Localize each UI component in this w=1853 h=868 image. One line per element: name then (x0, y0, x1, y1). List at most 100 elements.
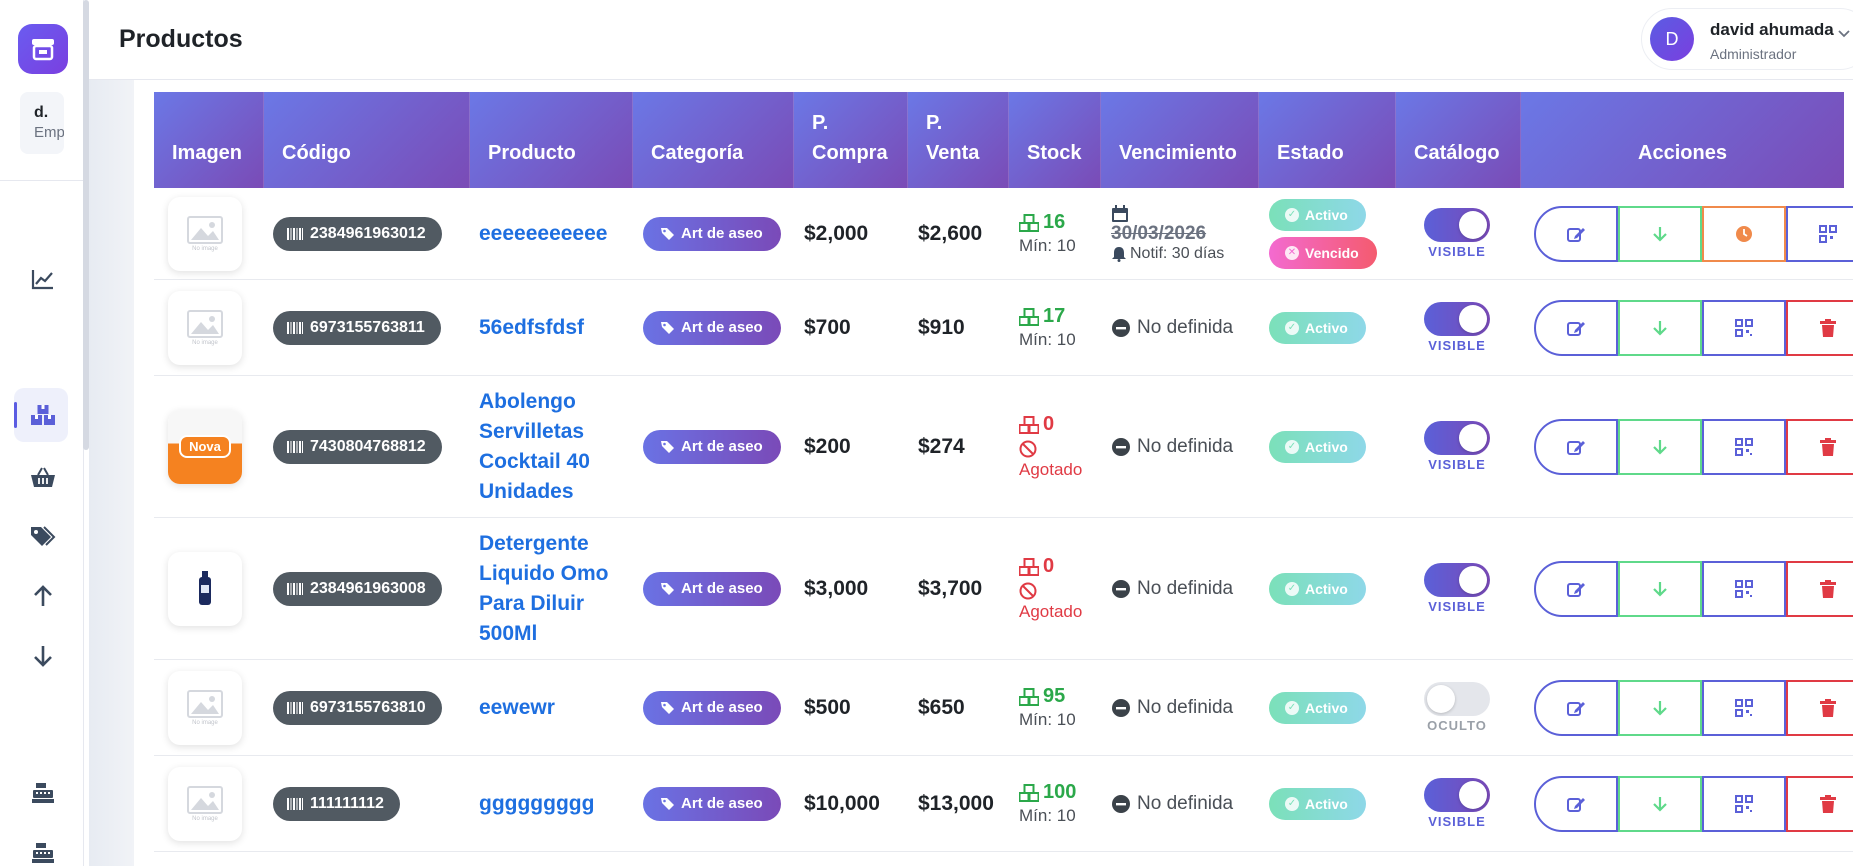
col-estado[interactable]: Estado (1258, 92, 1395, 188)
download-button[interactable] (1618, 206, 1702, 262)
barcode-icon (287, 701, 303, 714)
cell-image: No image (168, 756, 242, 851)
col-producto[interactable]: Producto (469, 92, 632, 188)
history-button[interactable] (1702, 206, 1786, 262)
nav-cash-register[interactable] (28, 838, 58, 868)
cell-product: eewewr (479, 660, 634, 755)
col-label: Producto (488, 142, 576, 164)
catalog-toggle[interactable] (1424, 682, 1490, 716)
product-image[interactable]: No image (168, 670, 242, 745)
app-logo[interactable] (18, 24, 68, 74)
stock-quantity: 0 (1019, 555, 1082, 578)
product-link[interactable]: 56edfsfdsf (479, 313, 584, 343)
nav-dashboard[interactable] (28, 264, 58, 294)
catalog-toggle[interactable] (1424, 421, 1490, 455)
cell-expiry: No definida (1111, 518, 1233, 659)
col-codigo[interactable]: Código (263, 92, 469, 188)
category-label: Art de aseo (681, 438, 763, 455)
product-image[interactable]: No image (168, 196, 242, 271)
cell-buy-price: $200 (804, 434, 851, 458)
col-acciones[interactable]: Acciones (1520, 92, 1844, 188)
product-link[interactable]: eeeeeeeeeee (479, 219, 607, 249)
edit-button[interactable] (1534, 776, 1618, 832)
delete-button[interactable] (1786, 561, 1853, 617)
product-image[interactable]: No image (168, 766, 242, 841)
check-circle-icon: ✓ (1285, 207, 1299, 222)
cell-buy-price: $3,000 (804, 576, 869, 600)
edit-button[interactable] (1534, 206, 1618, 262)
download-button[interactable] (1618, 776, 1702, 832)
stock-quantity: 100 (1019, 781, 1076, 804)
qr-button[interactable] (1702, 776, 1786, 832)
product-image[interactable]: Nova (168, 409, 242, 484)
nav-outbound[interactable] (28, 641, 58, 671)
minus-circle-icon (1112, 794, 1130, 813)
qr-button[interactable] (1702, 561, 1786, 617)
barcode-icon (287, 321, 303, 334)
page-title: Productos (119, 25, 243, 53)
arrow-down-icon (1653, 440, 1667, 455)
catalog-toggle[interactable] (1424, 563, 1490, 597)
status-text: Activo (1305, 580, 1348, 597)
catalog-toggle[interactable] (1424, 778, 1490, 812)
arrow-down-icon (1653, 701, 1667, 716)
barcode-badge: 6973155763811 (273, 310, 441, 345)
edit-button[interactable] (1534, 419, 1618, 475)
download-button[interactable] (1618, 419, 1702, 475)
expiry-info: No definida (1111, 793, 1233, 815)
nav-inbound[interactable] (28, 581, 58, 611)
tag-icon (661, 440, 674, 453)
download-button[interactable] (1618, 300, 1702, 356)
col-imagen[interactable]: Imagen (154, 92, 263, 188)
basket-icon (31, 467, 55, 487)
company-card[interactable]: d. Empresa (20, 92, 64, 154)
edit-button[interactable] (1534, 561, 1618, 617)
product-link[interactable]: eewewr (479, 693, 555, 723)
delete-button[interactable] (1786, 419, 1853, 475)
cell-product: Abolengo Servilletas Cocktail 40 Unidade… (479, 376, 634, 517)
edit-button[interactable] (1534, 680, 1618, 736)
status-badge: ✓ Activo (1269, 198, 1366, 231)
edit-button[interactable] (1534, 300, 1618, 356)
col-categoria[interactable]: Categoría (632, 92, 793, 188)
minus-circle-icon (1112, 698, 1130, 717)
user-menu[interactable]: D david ahumada Administrador (1641, 8, 1853, 70)
catalog-toggle[interactable] (1424, 302, 1490, 336)
product-link[interactable]: Abolengo Servilletas Cocktail 40 Unidade… (479, 387, 634, 507)
chevron-down-icon[interactable] (1838, 30, 1850, 38)
nav-sales[interactable] (28, 462, 58, 492)
col-p-venta[interactable]: P. Venta (907, 92, 1008, 188)
qr-button[interactable] (1702, 300, 1786, 356)
x-circle-icon: ✕ (1285, 245, 1299, 260)
nav-pos[interactable] (28, 778, 58, 808)
col-stock[interactable]: Stock (1008, 92, 1100, 188)
status-badge: ✓ Activo (1269, 787, 1366, 820)
no-image-text: No image (192, 245, 218, 252)
barcode-badge: 2384961963008 (273, 571, 442, 606)
cell-stock: 16 Mín: 10 (1019, 188, 1076, 279)
nav-categories[interactable] (28, 521, 58, 551)
no-image-text: No image (192, 339, 218, 346)
col-p-compra[interactable]: P. Compra (793, 92, 907, 188)
catalog-toggle[interactable] (1424, 208, 1490, 242)
delete-button[interactable] (1786, 680, 1853, 736)
product-image[interactable] (168, 551, 242, 626)
boxes-icon (1019, 783, 1039, 802)
download-button[interactable] (1618, 680, 1702, 736)
nav-products[interactable] (28, 400, 58, 430)
qr-button[interactable] (1702, 419, 1786, 475)
product-link[interactable]: ggggggggg (479, 789, 594, 819)
col-vencimiento[interactable]: Vencimiento (1100, 92, 1258, 188)
download-button[interactable] (1618, 561, 1702, 617)
cell-product: ggggggggg (479, 756, 634, 851)
delete-button[interactable] (1786, 776, 1853, 832)
qr-button[interactable] (1702, 680, 1786, 736)
catalog-toggle-group: VISIBLE (1424, 778, 1490, 829)
product-image[interactable]: No image (168, 290, 242, 365)
table-row: Nova 7430804768812 Abolengo Servilletas Co… (154, 376, 1853, 518)
qr-button[interactable] (1786, 206, 1853, 262)
category-label: Art de aseo (681, 319, 763, 336)
col-catalogo[interactable]: Catálogo (1395, 92, 1520, 188)
delete-button[interactable] (1786, 300, 1853, 356)
product-link[interactable]: Detergente Liquido Omo Para Diluir 500Ml (479, 529, 634, 649)
